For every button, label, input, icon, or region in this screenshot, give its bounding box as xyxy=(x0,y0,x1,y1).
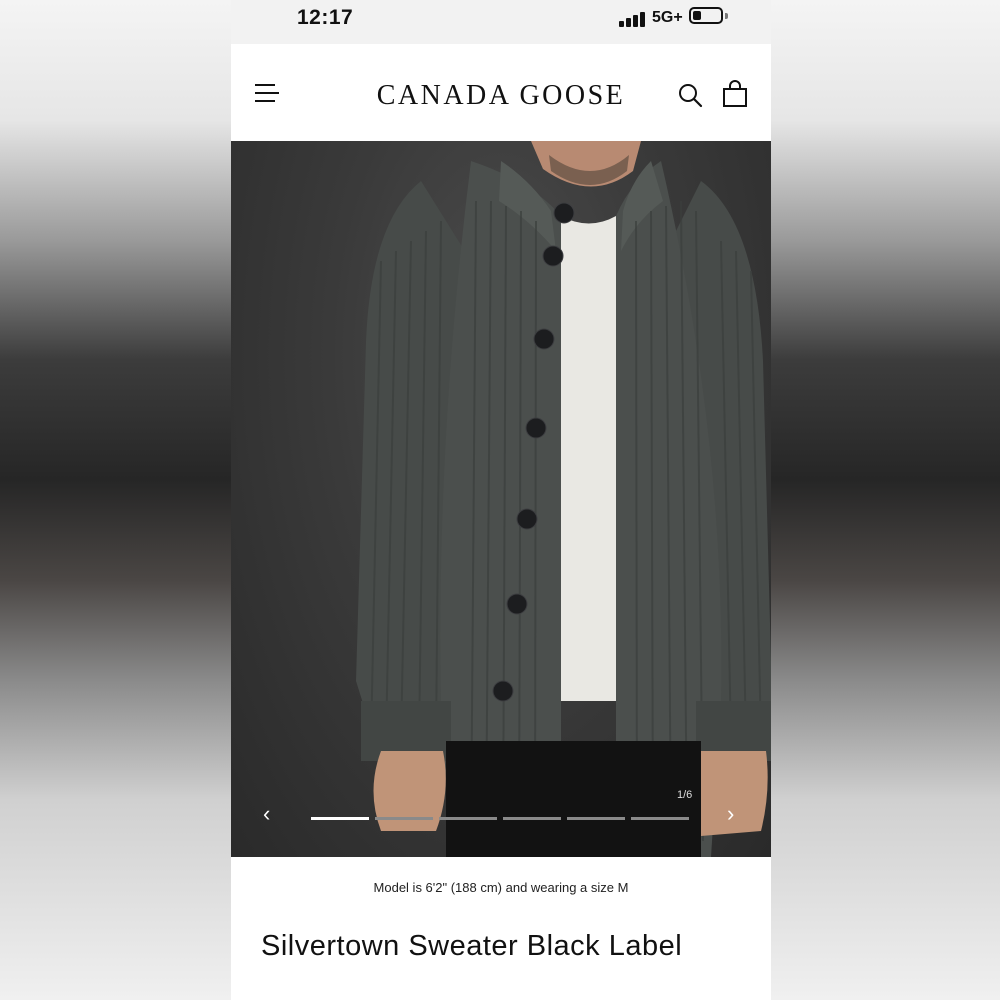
shopping-bag-icon[interactable] xyxy=(722,80,748,108)
site-header: CANADA GOOSE xyxy=(231,44,771,141)
gallery-dot-5[interactable] xyxy=(567,817,625,820)
gallery-dot-4[interactable] xyxy=(503,817,561,820)
battery-icon xyxy=(689,7,723,24)
product-photo xyxy=(356,141,771,857)
product-title: Silvertown Sweater Black Label xyxy=(261,930,683,962)
gallery-dot-1[interactable] xyxy=(311,817,369,820)
signal-icon xyxy=(619,9,649,27)
model-size-caption: Model is 6'2" (188 cm) and wearing a siz… xyxy=(373,880,629,895)
battery-tip xyxy=(725,13,728,19)
status-bar: 12:17 5G+ xyxy=(231,0,771,44)
gallery-dot-3[interactable] xyxy=(439,817,497,820)
phone-screen: 12:17 5G+ CANADA GOOSE ‹ 1/6 › Model is … xyxy=(231,0,771,1000)
product-image-gallery[interactable]: ‹ 1/6 › xyxy=(231,141,771,857)
status-time: 12:17 xyxy=(297,6,354,29)
gallery-dot-6[interactable] xyxy=(631,817,689,820)
search-icon[interactable] xyxy=(677,82,703,108)
gallery-progress xyxy=(311,817,691,820)
network-label: 5G+ xyxy=(652,9,683,26)
gallery-dot-2[interactable] xyxy=(375,817,433,820)
chevron-left-icon[interactable]: ‹ xyxy=(263,801,270,827)
chevron-right-icon[interactable]: › xyxy=(727,801,734,827)
gallery-counter: 1/6 xyxy=(677,789,693,801)
